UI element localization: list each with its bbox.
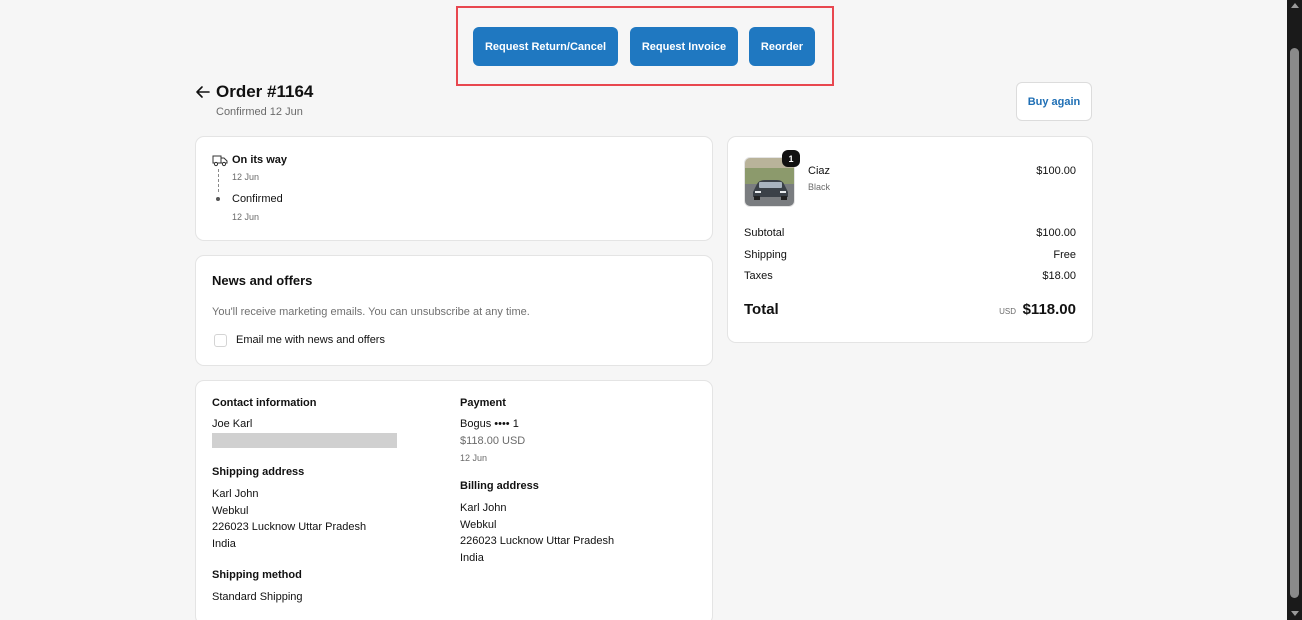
shipping-country: India (212, 538, 236, 550)
page-title: Order #1164 (216, 82, 314, 101)
contact-name: Joe Karl (212, 418, 253, 430)
shipping-label: Shipping (744, 249, 787, 261)
status-current-date: 12 Jun (232, 172, 260, 182)
shipping-line: 226023 Lucknow Uttar Pradesh (212, 521, 367, 533)
shipping-method-heading: Shipping method (212, 569, 302, 581)
scroll-up-icon[interactable] (1291, 3, 1299, 8)
shipping-method-value: Standard Shipping (212, 591, 303, 603)
product-price: $100.00 (1036, 165, 1076, 177)
email-news-checkbox[interactable] (214, 334, 227, 347)
email-news-label[interactable]: Email me with news and offers (236, 334, 385, 346)
status-previous: Confirmed (232, 193, 283, 205)
status-current: On its way (232, 154, 288, 166)
news-title: News and offers (212, 273, 313, 288)
billing-country: India (460, 552, 484, 564)
contact-heading: Contact information (212, 397, 317, 409)
shipping-name: Karl John (212, 488, 259, 500)
shipping-address-heading: Shipping address (212, 466, 305, 478)
product-variant: Black (808, 182, 831, 192)
timeline-connector (218, 169, 219, 192)
total-currency: USD (999, 307, 1016, 316)
scroll-down-icon[interactable] (1291, 611, 1299, 616)
request-invoice-button[interactable]: Request Invoice (630, 27, 738, 66)
page-scrollbar[interactable] (1287, 0, 1302, 620)
billing-line: 226023 Lucknow Uttar Pradesh (460, 535, 615, 547)
news-offers-card: News and offers You'll receive marketing… (195, 255, 713, 366)
news-description: You'll receive marketing emails. You can… (212, 306, 530, 318)
billing-company: Webkul (460, 519, 497, 531)
subtotal-label: Subtotal (744, 227, 785, 239)
shipping-company: Webkul (212, 505, 249, 517)
order-status-card: On its way 12 Jun Confirmed 12 Jun (195, 136, 713, 241)
order-subtitle: Confirmed 12 Jun (216, 106, 303, 118)
payment-amount: $118.00 USD (460, 435, 526, 447)
subtotal-value: $100.00 (1036, 227, 1076, 239)
reorder-button[interactable]: Reorder (749, 27, 815, 66)
quantity-badge: 1 (782, 150, 800, 167)
billing-address-heading: Billing address (460, 480, 539, 492)
request-return-cancel-button[interactable]: Request Return/Cancel (473, 27, 618, 66)
timeline-dot (216, 197, 220, 201)
order-summary-card: 1 Ciaz Black $100.00 Subtotal $100.00 Sh… (727, 136, 1093, 343)
product-name: Ciaz (808, 165, 831, 177)
order-page: Request Return/Cancel Request Invoice Re… (0, 0, 1287, 620)
buy-again-button[interactable]: Buy again (1016, 82, 1092, 121)
payment-method: Bogus •••• 1 (460, 418, 519, 430)
payment-heading: Payment (460, 397, 506, 409)
taxes-label: Taxes (744, 270, 773, 282)
billing-name: Karl John (460, 502, 507, 514)
taxes-value: $18.00 (1042, 270, 1076, 282)
shipping-value: Free (1053, 249, 1076, 261)
total-value: $118.00 (1022, 301, 1076, 318)
back-arrow-icon[interactable] (195, 84, 211, 100)
redacted-email (212, 433, 397, 448)
payment-date: 12 Jun (460, 453, 488, 463)
scroll-thumb[interactable] (1290, 48, 1299, 598)
total-label: Total (744, 301, 779, 318)
status-previous-date: 12 Jun (232, 212, 260, 222)
order-info-card: Contact information Joe Karl Shipping ad… (195, 380, 713, 620)
truck-icon (212, 155, 228, 167)
